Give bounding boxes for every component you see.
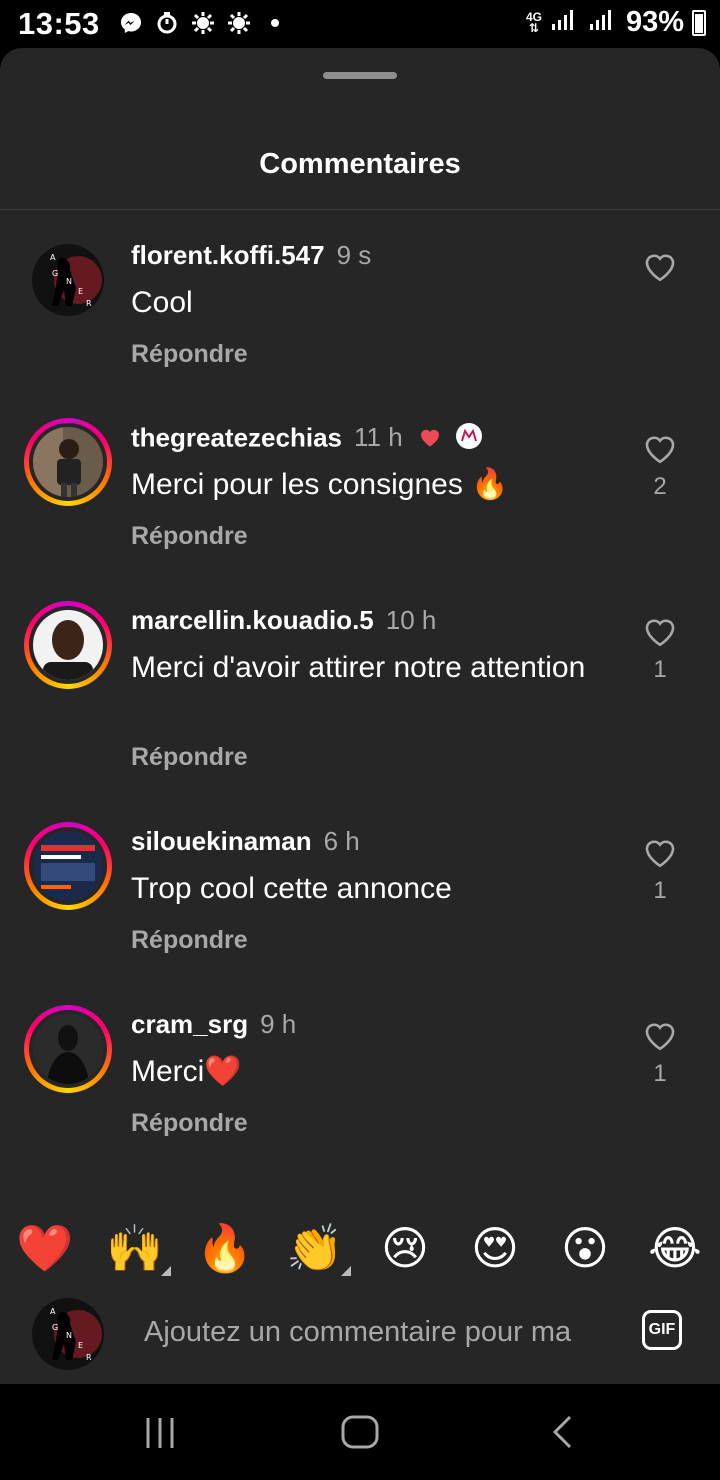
emoji-fire[interactable]: 🔥 <box>195 1218 255 1278</box>
avatar <box>33 1014 103 1084</box>
comment-composer: AGNER Ajoutez un commentaire pour ma GIF <box>0 1290 720 1384</box>
dot-icon <box>262 10 288 36</box>
comment-username[interactable]: florent.koffi.547 9 s <box>131 240 371 271</box>
reply-button[interactable]: Répondre <box>131 522 248 551</box>
comment-text: Cool <box>131 286 193 319</box>
comment-time: 10 h <box>385 605 437 635</box>
avatar-story-ring[interactable] <box>24 601 112 689</box>
avatar <box>33 831 103 901</box>
svg-text:G: G <box>52 269 58 278</box>
like-count: 1 <box>653 656 667 683</box>
emoji-surprised[interactable]: 😮 <box>555 1218 615 1278</box>
like-button[interactable]: 1 <box>640 836 680 905</box>
heart-icon <box>645 1023 675 1051</box>
emoji-clapping[interactable]: 👏 <box>285 1218 345 1278</box>
quick-reactions-bar: ❤️ 🙌 🔥 👏 😢 😍 😮 😂 <box>0 1208 720 1298</box>
status-notification-icons <box>118 10 288 36</box>
reply-button[interactable]: Répondre <box>131 743 248 772</box>
status-time: 13:53 <box>18 6 100 41</box>
battery-percent: 93% <box>625 6 684 38</box>
svg-text:R: R <box>86 1353 92 1362</box>
comment-time: 9 h <box>260 1009 297 1039</box>
heart-icon <box>645 254 675 282</box>
network-type: 4G ⇅ <box>525 9 542 35</box>
emoji-raising-hands[interactable]: 🙌 <box>105 1218 165 1278</box>
status-system-icons: 4G ⇅ 93% <box>526 6 706 39</box>
system-nav-bar <box>0 1384 720 1480</box>
drag-handle[interactable] <box>323 72 397 79</box>
heart-icon <box>645 436 675 464</box>
comment-username[interactable]: thegreatezechias 11 h <box>131 422 483 457</box>
avatar: AGNER <box>32 1298 104 1370</box>
creator-liked-heart-icon <box>418 424 442 455</box>
comment-username[interactable]: cram_srg 9 h <box>131 1009 296 1040</box>
comments-sheet: Commentaires AGNER florent.koffi.547 9 s … <box>0 48 720 1384</box>
divider <box>0 209 720 210</box>
home-button[interactable] <box>340 1414 380 1455</box>
comment-time: 6 h <box>323 826 360 856</box>
like-button[interactable] <box>640 250 680 291</box>
like-count: 2 <box>653 473 667 500</box>
battery-icon <box>692 9 706 36</box>
status-bar: 13:53 4G ⇅ 93% <box>0 0 720 48</box>
emoji-laughing[interactable]: 😂 <box>645 1218 705 1278</box>
like-button[interactable]: 1 <box>640 615 680 684</box>
signal-icon <box>550 8 580 37</box>
comment-text: Merci❤️ <box>131 1055 242 1088</box>
recent-apps-button[interactable] <box>142 1414 178 1455</box>
svg-text:E: E <box>78 287 83 296</box>
comment-username[interactable]: marcellin.kouadio.5 10 h <box>131 605 436 636</box>
avatar-story-ring[interactable] <box>24 1005 112 1093</box>
weather-icon <box>190 10 216 36</box>
weather-icon <box>226 10 252 36</box>
svg-text:R: R <box>86 299 92 308</box>
avatar[interactable]: AGNER <box>32 244 104 316</box>
like-button[interactable]: 2 <box>640 432 680 501</box>
comment-time: 11 h <box>353 422 403 453</box>
avatar-story-ring[interactable] <box>24 822 112 910</box>
signal-icon <box>588 8 618 37</box>
gif-button[interactable]: GIF <box>642 1310 682 1350</box>
comment-input[interactable]: Ajoutez un commentaire pour ma <box>144 1316 612 1349</box>
heart-icon <box>645 840 675 868</box>
svg-text:G: G <box>52 1323 58 1332</box>
comment-username[interactable]: silouekinaman 6 h <box>131 826 360 857</box>
skin-tone-indicator <box>161 1266 171 1276</box>
heart-icon <box>645 619 675 647</box>
svg-text:A: A <box>50 1307 56 1316</box>
reply-button[interactable]: Répondre <box>131 340 248 369</box>
timer-icon <box>154 10 180 36</box>
svg-text:E: E <box>78 1341 83 1350</box>
emoji-crying[interactable]: 😢 <box>375 1218 435 1278</box>
creator-avatar-icon <box>455 422 483 457</box>
like-button[interactable]: 1 <box>640 1019 680 1088</box>
emoji-heart[interactable]: ❤️ <box>15 1218 75 1278</box>
svg-text:A: A <box>50 253 56 262</box>
comment-text: Merci d'avoir attirer notre attention <box>131 651 586 684</box>
emoji-heart-eyes[interactable]: 😍 <box>465 1218 525 1278</box>
like-count: 1 <box>653 877 667 904</box>
reply-button[interactable]: Répondre <box>131 1109 248 1138</box>
svg-text:N: N <box>66 277 72 286</box>
comment-text: Merci pour les consignes 🔥 <box>131 468 509 501</box>
comment-time: 9 s <box>336 240 372 270</box>
avatar <box>33 427 103 497</box>
skin-tone-indicator <box>341 1266 351 1276</box>
back-button[interactable] <box>548 1414 578 1455</box>
sheet-title: Commentaires <box>259 148 461 180</box>
avatar <box>33 610 103 680</box>
comment-text: Trop cool cette annonce <box>131 872 452 905</box>
like-count: 1 <box>653 1060 667 1087</box>
svg-text:N: N <box>66 1331 72 1340</box>
reply-button[interactable]: Répondre <box>131 926 248 955</box>
avatar-story-ring[interactable] <box>24 418 112 506</box>
messenger-icon <box>118 10 144 36</box>
